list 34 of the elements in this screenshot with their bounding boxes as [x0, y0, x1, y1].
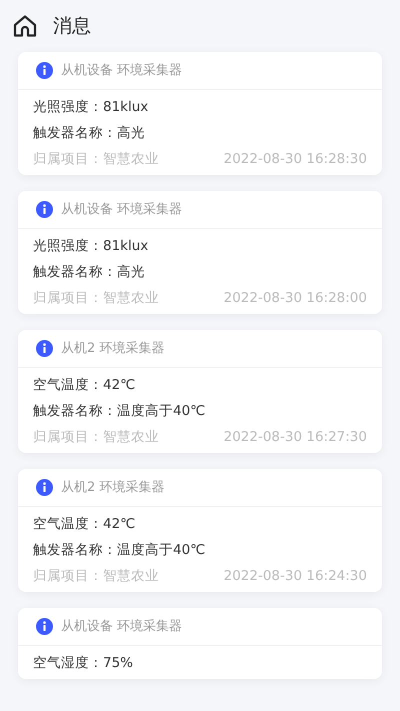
info-icon	[36, 62, 53, 79]
timestamp: 2022-08-30 16:27:30	[224, 428, 367, 447]
timestamp: 2022-08-30 16:28:00	[224, 289, 367, 308]
info-icon	[36, 201, 53, 218]
message-card[interactable]: 从机设备 环境采集器 光照强度：81klux 触发器名称：高光 归属项目：智慧农业 2022-08-30 16:28:30	[18, 52, 382, 175]
message-detail: 触发器名称：温度高于40℃	[33, 541, 206, 560]
page-title: 消息	[53, 14, 91, 39]
message-source: 从机2 环境采集器	[61, 478, 164, 497]
info-icon	[36, 340, 53, 357]
message-detail: 光照强度：81klux	[33, 98, 150, 117]
timestamp: 2022-08-30 16:28:30	[224, 150, 367, 169]
info-icon	[36, 479, 53, 496]
message-card[interactable]: 从机2 环境采集器 空气温度：42℃ 触发器名称：温度高于40℃ 归属项目：智慧农业 2022-08-30 16:24:30	[18, 469, 382, 592]
message-detail: 空气温度：42℃	[33, 376, 136, 395]
project-label: 归属项目：智慧农业	[33, 567, 159, 586]
message-detail: 空气温度：42℃	[33, 515, 136, 534]
message-card[interactable]: 从机设备 环境采集器 光照强度：81klux 触发器名称：高光 归属项目：智慧农业 2022-08-30 16:28:00	[18, 191, 382, 314]
info-icon	[36, 618, 53, 635]
message-card[interactable]: 从机设备 环境采集器 空气湿度：75%	[18, 608, 382, 679]
message-source: 从机2 环境采集器	[61, 340, 164, 358]
message-detail: 光照强度：81klux	[33, 237, 150, 256]
message-detail: 触发器名称：温度高于40℃	[33, 402, 206, 421]
message-detail: 触发器名称：高光	[33, 124, 146, 143]
message-source: 从机设备 环境采集器	[61, 200, 182, 219]
message-detail: 触发器名称：高光	[33, 263, 146, 282]
project-label: 归属项目：智慧农业	[33, 428, 159, 447]
message-source: 从机设备 环境采集器	[61, 618, 182, 636]
project-label: 归属项目：智慧农业	[33, 289, 159, 308]
home-icon[interactable]	[13, 15, 37, 37]
timestamp: 2022-08-30 16:24:30	[224, 567, 367, 586]
message-card[interactable]: 从机2 环境采集器 空气温度：42℃ 触发器名称：温度高于40℃ 归属项目：智慧农业 2022-08-30 16:27:30	[18, 330, 382, 453]
message-source: 从机设备 环境采集器	[61, 62, 182, 80]
message-detail: 空气湿度：75%	[33, 654, 134, 673]
project-label: 归属项目：智慧农业	[33, 150, 159, 169]
